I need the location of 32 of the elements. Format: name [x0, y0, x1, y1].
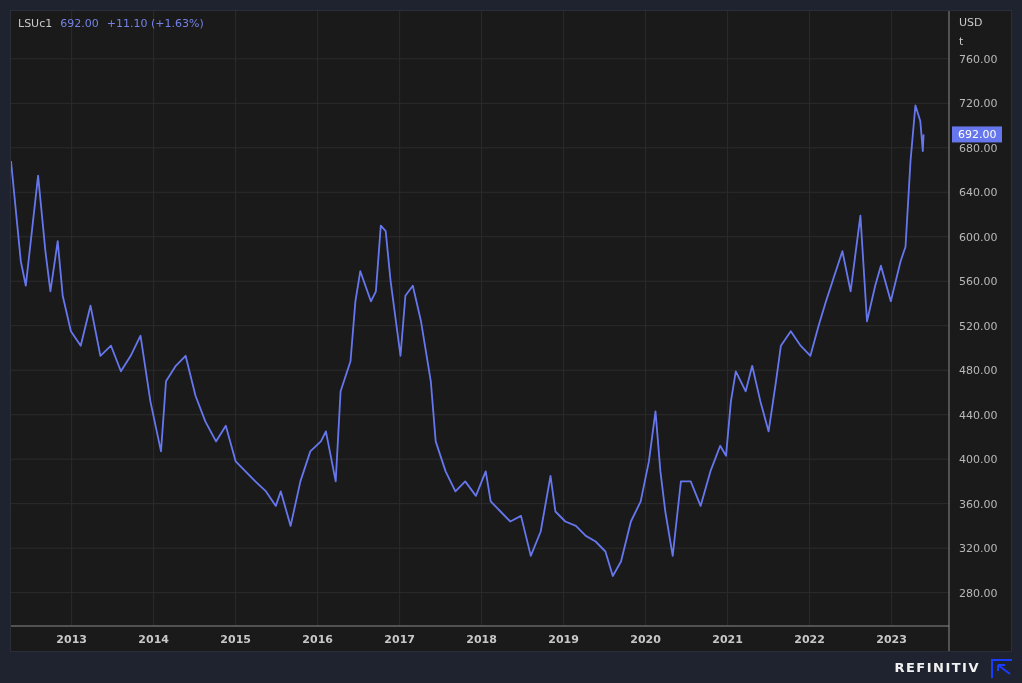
axis-unit: USD	[959, 16, 983, 29]
y-axis-label: 720.00	[959, 97, 998, 111]
x-axis-label: 2019	[548, 633, 579, 646]
logo-icon	[990, 657, 1012, 678]
x-axis-label: 2021	[712, 633, 743, 646]
price-value: 692.00	[60, 17, 99, 30]
brand-name: REFINITIV	[894, 660, 980, 675]
x-axis-label: 2013	[56, 633, 87, 646]
price-change: +11.10 (+1.63%)	[106, 17, 204, 30]
y-axis-label: 480.00	[959, 364, 998, 378]
price-tag: 692.00	[952, 126, 1002, 143]
x-axis-label: 2017	[384, 633, 415, 646]
y-axis-label: 280.00	[959, 586, 998, 600]
y-axis-label: 640.00	[959, 186, 998, 200]
y-axis-label: 680.00	[959, 141, 998, 155]
y-axis-label: 560.00	[959, 275, 998, 289]
y-axis-label: 360.00	[959, 497, 998, 511]
symbol-label: LSUc1	[18, 17, 53, 30]
y-axis-label: 440.00	[959, 408, 998, 422]
y-axis-label: 520.00	[959, 319, 998, 333]
x-axis-label: 2018	[466, 633, 497, 646]
y-axis-label: 600.00	[959, 230, 998, 244]
x-axis-label: 2016	[302, 633, 333, 646]
y-axis-label: 320.00	[959, 542, 998, 556]
x-axis-label: 2014	[138, 633, 169, 646]
x-axis-label: 2022	[794, 633, 825, 646]
y-axis-label: 400.00	[959, 453, 998, 467]
y-axis-label: 760.00	[959, 52, 998, 66]
x-axis-label: 2023	[876, 633, 907, 646]
axis-unit: t	[959, 35, 964, 48]
x-axis-label: 2015	[220, 633, 251, 646]
x-axis-label: 2020	[630, 633, 661, 646]
